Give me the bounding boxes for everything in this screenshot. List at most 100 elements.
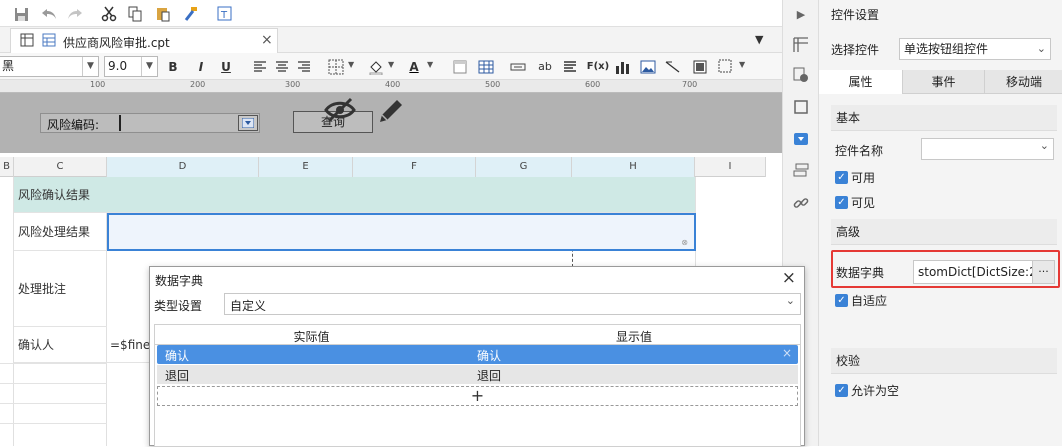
adaptive-checkbox[interactable]: ✓ 自适应 bbox=[835, 292, 887, 309]
bold-button[interactable]: B bbox=[163, 57, 183, 77]
file-tab[interactable]: 供应商风险审批.cpt × bbox=[10, 28, 278, 53]
allow-empty-checkbox[interactable]: ✓ 允许为空 bbox=[835, 382, 899, 399]
section-advanced[interactable]: 高级 bbox=[831, 219, 1057, 245]
copy-icon[interactable] bbox=[124, 3, 146, 25]
condition-attribute-icon[interactable] bbox=[789, 160, 813, 182]
tab-mobile[interactable]: 移动端 bbox=[984, 70, 1062, 94]
chevron-down-icon[interactable]: ▼ bbox=[348, 60, 354, 69]
column-header-g[interactable]: G bbox=[476, 157, 572, 177]
grid-icon bbox=[19, 32, 35, 48]
collapse-arrow-icon[interactable]: ▶ bbox=[789, 3, 813, 25]
cut-icon[interactable] bbox=[98, 3, 120, 25]
chart-icon[interactable] bbox=[612, 57, 632, 77]
table-row[interactable]: 退回 退回 bbox=[157, 365, 798, 384]
selected-cell-d2[interactable]: ⊗ bbox=[107, 213, 696, 251]
type-setting-select[interactable]: 自定义 ⌄ bbox=[224, 293, 801, 315]
checkmark-icon: ✓ bbox=[835, 171, 848, 184]
tab-menu-icon[interactable]: ▼ bbox=[755, 33, 763, 46]
data-dictionary-field[interactable]: stomDict[DictSize:2] ··· bbox=[913, 260, 1055, 284]
italic-button[interactable]: I bbox=[191, 57, 211, 77]
risk-code-input[interactable] bbox=[119, 115, 239, 131]
grid-cell-c1[interactable]: 风险确认结果 bbox=[14, 177, 695, 213]
tab-attributes[interactable]: 属性 bbox=[819, 70, 902, 94]
paragraph-icon[interactable] bbox=[560, 57, 580, 77]
freeze-icon[interactable] bbox=[450, 57, 470, 77]
fill-color-icon[interactable] bbox=[366, 57, 386, 77]
formula-button[interactable]: F(x) bbox=[585, 57, 611, 77]
adaptive-label: 自适应 bbox=[851, 294, 888, 308]
select-control-value: 单选按钮组控件 bbox=[904, 42, 989, 56]
redo-icon[interactable] bbox=[64, 3, 86, 25]
column-header-d[interactable]: D bbox=[107, 157, 259, 177]
font-color-button[interactable]: A bbox=[404, 57, 424, 77]
underline-button[interactable]: U bbox=[216, 57, 236, 77]
column-header-e[interactable]: E bbox=[259, 157, 353, 177]
grid-cell-c3[interactable]: 处理批注 bbox=[14, 251, 107, 327]
save-icon[interactable] bbox=[10, 3, 32, 25]
column-header-c[interactable]: C bbox=[14, 157, 107, 177]
table-row[interactable]: 确认 确认 × bbox=[157, 345, 798, 364]
enabled-checkbox[interactable]: ✓ 可用 bbox=[835, 169, 875, 186]
widget-marker-icon: ⊗ bbox=[681, 238, 688, 247]
table-icon[interactable] bbox=[476, 57, 496, 77]
border-frame-icon[interactable] bbox=[789, 96, 813, 118]
checkmark-icon: ✓ bbox=[835, 294, 848, 307]
grid-line bbox=[0, 403, 107, 404]
grid-cell-c2[interactable]: 风险处理结果 bbox=[14, 213, 107, 251]
ruler: 100 200 300 400 500 600 700 bbox=[0, 80, 782, 93]
column-header-h[interactable]: H bbox=[572, 157, 695, 177]
align-left-icon[interactable] bbox=[250, 57, 270, 77]
cell-attribute-icon[interactable] bbox=[789, 34, 813, 56]
preview-icon[interactable]: T bbox=[214, 3, 236, 25]
column-header-i[interactable]: I bbox=[695, 157, 766, 177]
chevron-down-icon[interactable]: ▼ bbox=[388, 60, 394, 69]
column-header: B C D E F G H I bbox=[0, 157, 766, 177]
ruler-tick: 300 bbox=[285, 80, 301, 89]
close-tab-icon[interactable]: × bbox=[261, 32, 273, 48]
chevron-down-icon[interactable]: ▼ bbox=[739, 60, 745, 69]
tab-events[interactable]: 事件 bbox=[902, 70, 984, 94]
file-tab-title: 供应商风险审批.cpt bbox=[63, 36, 170, 50]
delete-row-icon[interactable]: × bbox=[782, 346, 792, 360]
select-control-dropdown[interactable]: 单选按钮组控件 ⌄ bbox=[899, 38, 1051, 60]
hide-eye-icon[interactable] bbox=[322, 95, 358, 125]
merge-icon[interactable] bbox=[508, 57, 528, 77]
section-validation[interactable]: 校验 bbox=[831, 348, 1057, 374]
image-icon[interactable] bbox=[638, 57, 658, 77]
align-right-icon[interactable] bbox=[294, 57, 314, 77]
grid-cell-d4[interactable]: =$fine_ bbox=[107, 327, 156, 363]
font-size-select[interactable]: 9.0 ▼ bbox=[104, 56, 158, 77]
file-tab-bar: 供应商风险审批.cpt × ▼ bbox=[0, 27, 782, 53]
chevron-down-icon: ⌄ bbox=[1039, 139, 1049, 152]
widget-settings-icon[interactable] bbox=[789, 128, 813, 150]
plus-icon: + bbox=[470, 386, 485, 405]
border-icon[interactable] bbox=[326, 57, 346, 77]
section-advanced-label: 高级 bbox=[836, 225, 861, 239]
control-name-input[interactable]: ⌄ bbox=[921, 138, 1054, 160]
more-button[interactable]: ··· bbox=[1032, 261, 1054, 283]
grid-line bbox=[0, 423, 107, 424]
column-header-f[interactable]: F bbox=[353, 157, 476, 177]
column-header-b[interactable]: B bbox=[0, 157, 14, 177]
align-center-icon[interactable] bbox=[272, 57, 292, 77]
font-name-select[interactable]: 黑 ▼ bbox=[0, 56, 99, 77]
cell-element-icon[interactable] bbox=[789, 64, 813, 86]
section-basic[interactable]: 基本 bbox=[831, 105, 1057, 131]
float-element-icon[interactable] bbox=[690, 57, 710, 77]
insert-widget-icon[interactable] bbox=[716, 57, 736, 77]
undo-icon[interactable] bbox=[38, 3, 60, 25]
format-painter-icon[interactable] bbox=[180, 3, 202, 25]
row-display-value: 退回 bbox=[477, 369, 502, 383]
dropdown-button[interactable] bbox=[238, 115, 258, 131]
chevron-down-icon[interactable]: ▼ bbox=[427, 60, 433, 69]
col-actual-header: 实际值 bbox=[293, 330, 330, 344]
paste-icon[interactable] bbox=[152, 3, 174, 25]
pencil-icon[interactable] bbox=[374, 95, 408, 127]
text-button[interactable]: ab bbox=[535, 57, 555, 77]
dialog-close-icon[interactable]: × bbox=[782, 268, 796, 288]
visible-checkbox[interactable]: ✓ 可见 bbox=[835, 194, 875, 211]
add-row-button[interactable]: + bbox=[157, 386, 798, 406]
hyperlink-icon[interactable] bbox=[789, 192, 813, 214]
grid-cell-c4[interactable]: 确认人 bbox=[14, 327, 107, 363]
slash-icon[interactable] bbox=[663, 57, 683, 77]
